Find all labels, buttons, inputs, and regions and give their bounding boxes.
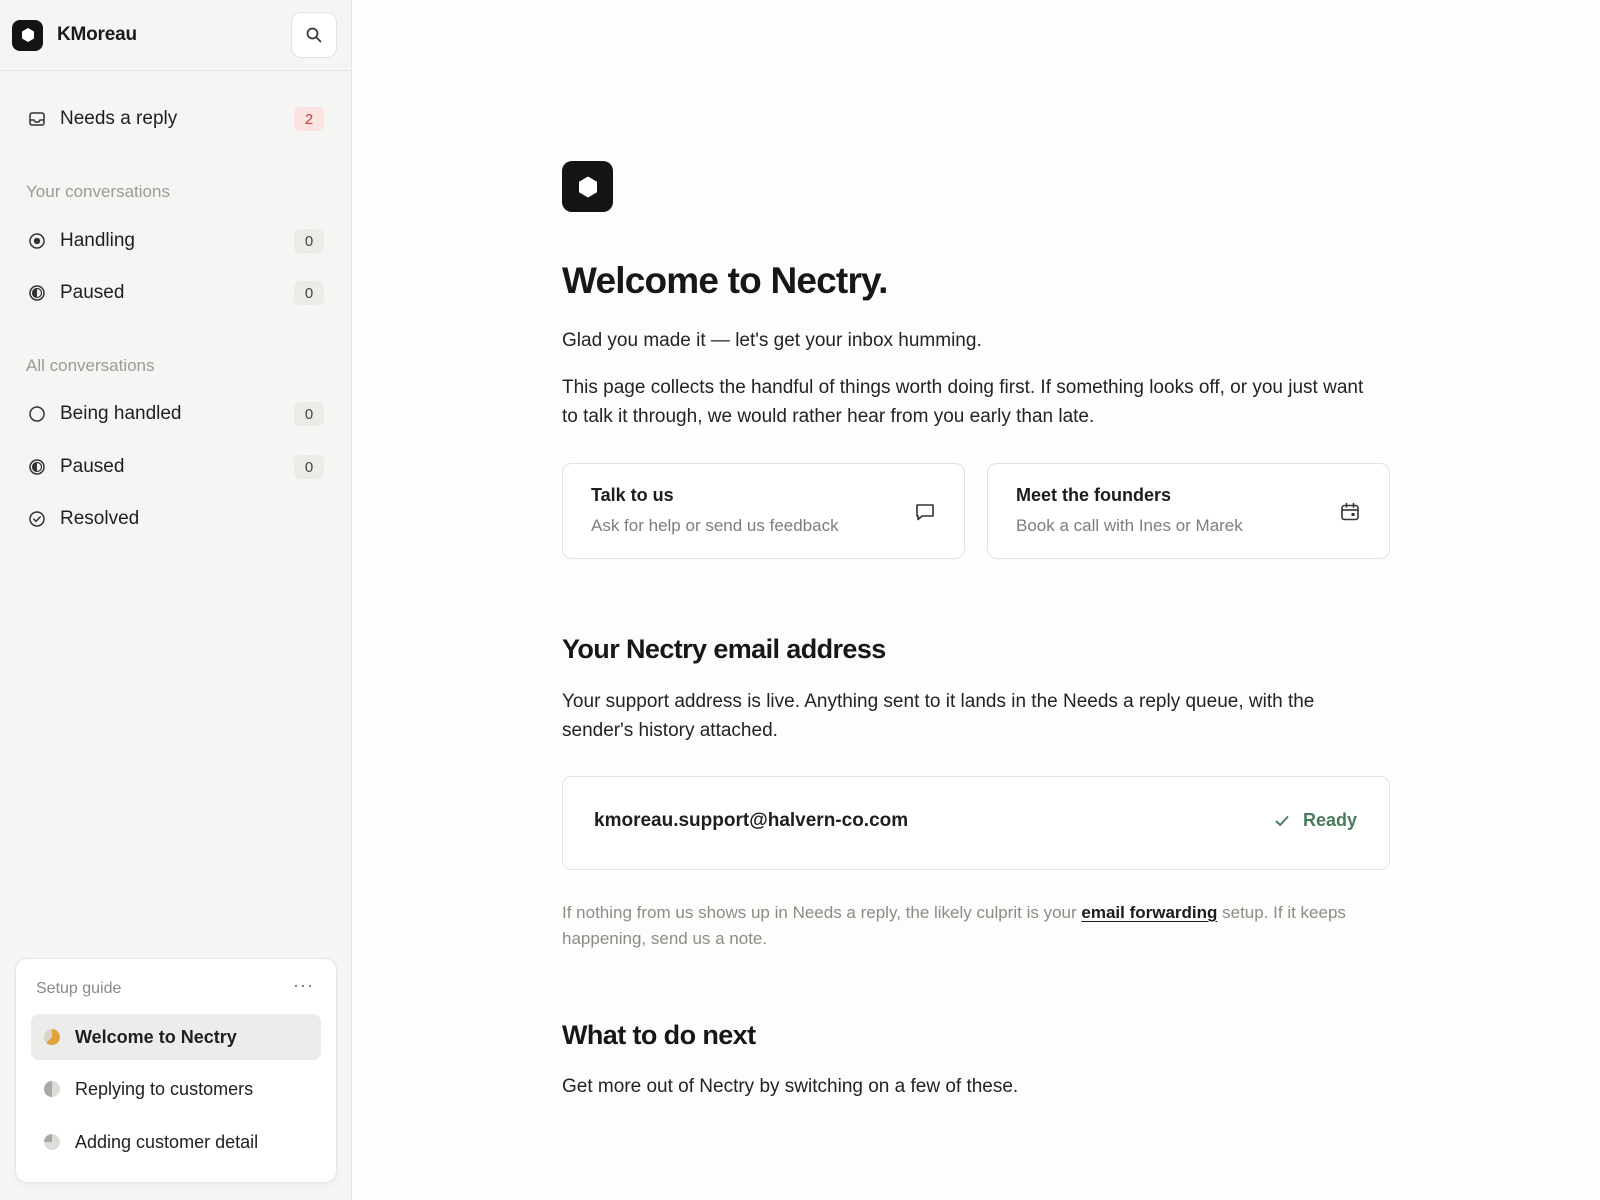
- progress-pie-icon: [44, 1134, 60, 1150]
- progress-pie-icon: [44, 1029, 60, 1045]
- ready-status: Ready: [1273, 810, 1357, 831]
- count-badge: 0: [294, 281, 324, 305]
- count-badge: 0: [294, 455, 324, 479]
- guide-item-label: Replying to customers: [75, 1078, 254, 1099]
- body-text: This page collects the handful of things…: [562, 377, 1364, 427]
- target-icon: [26, 230, 48, 252]
- section-label-your-conversations: Your conversations: [26, 182, 170, 201]
- email-section-title: Your Nectry email address: [562, 634, 886, 664]
- inbox-icon: [26, 108, 48, 130]
- card-title: Meet the founders: [1016, 485, 1172, 505]
- guide-item-customer-detail[interactable]: Adding customer detail: [31, 1119, 321, 1165]
- section-label-all-conversations: All conversations: [26, 356, 155, 375]
- needs-reply-count-badge: 2: [294, 107, 324, 131]
- sidebar-item-resolved[interactable]: Resolved: [26, 501, 324, 537]
- count-badge: 0: [294, 402, 324, 426]
- sidebar-item-label: Paused: [60, 456, 125, 477]
- sidebar-header: KMoreau: [0, 0, 351, 71]
- circle-icon: [26, 403, 48, 425]
- sidebar-item-paused-all[interactable]: Paused 0: [26, 449, 324, 485]
- guide-item-welcome[interactable]: Welcome to Nectry: [31, 1014, 321, 1060]
- calendar-icon: [1341, 502, 1359, 521]
- email-section-body: Your support address is live. Anything s…: [562, 691, 1315, 741]
- card-title: Talk to us: [591, 485, 674, 505]
- ready-status-label: Ready: [1302, 810, 1357, 830]
- chat-bubble-icon: [916, 504, 934, 521]
- main-content: Welcome to Nectry. Glad you made it — le…: [353, 0, 1600, 1200]
- setup-guide-title: Setup guide: [36, 980, 122, 997]
- workspace-name[interactable]: KMoreau: [57, 24, 137, 46]
- workspace-logo[interactable]: [12, 19, 43, 51]
- next-section-body: Get more out of Nectry by switching on a…: [562, 1076, 1019, 1097]
- half-circle-icon: [26, 456, 48, 478]
- search-button[interactable]: [291, 12, 337, 58]
- sidebar-item-label: Resolved: [60, 508, 140, 529]
- support-email-box[interactable]: kmoreau.support@halvern-co.com Ready: [562, 776, 1390, 870]
- guide-item-label: Welcome to Nectry: [75, 1026, 237, 1047]
- next-section-title: What to do next: [562, 1020, 756, 1050]
- sidebar-item-paused-yours[interactable]: Paused 0: [26, 275, 324, 311]
- note-text-start: If nothing from us shows up in Needs a r…: [562, 903, 1082, 922]
- sidebar-item-handling[interactable]: Handling 0: [26, 223, 324, 259]
- setup-guide-panel: Setup guide ··· Welcome to Nectry Replyi…: [15, 958, 337, 1183]
- guide-item-label: Adding customer detail: [75, 1131, 259, 1152]
- product-logo: [562, 161, 613, 212]
- hexagon-icon: [21, 28, 34, 42]
- sidebar-item-label: Handling: [60, 230, 135, 251]
- support-email-address[interactable]: kmoreau.support@halvern-co.com: [594, 810, 908, 832]
- sidebar-item-being-handled[interactable]: Being handled 0: [26, 396, 324, 432]
- sidebar-item-needs-reply[interactable]: Needs a reply 2: [26, 101, 324, 137]
- check-icon: [1275, 815, 1289, 826]
- meet-founders-card[interactable]: Meet the founders Book a call with Ines …: [987, 463, 1390, 559]
- page-title: Welcome to Nectry.: [562, 260, 888, 301]
- sidebar-item-label: Needs a reply: [60, 108, 178, 129]
- check-circle-icon: [26, 508, 48, 530]
- email-forwarding-link[interactable]: email forwarding: [1081, 903, 1217, 922]
- sidebar-item-label: Paused: [60, 282, 125, 303]
- half-circle-icon: [26, 282, 48, 304]
- count-badge: 0: [294, 229, 324, 253]
- card-subtitle: Book a call with Ines or Marek: [1016, 516, 1243, 535]
- progress-pie-icon: [44, 1081, 60, 1097]
- email-forwarding-note: If nothing from us shows up in Needs a r…: [562, 900, 1382, 952]
- card-subtitle: Ask for help or send us feedback: [591, 516, 839, 535]
- sidebar-item-label: Being handled: [60, 403, 182, 424]
- sidebar: KMoreau Needs a reply 2 Your conversatio…: [0, 0, 352, 1200]
- hexagon-icon: [578, 176, 597, 197]
- talk-to-us-card[interactable]: Talk to us Ask for help or send us feedb…: [562, 463, 965, 559]
- intro-text: Glad you made it — let's get your inbox …: [562, 330, 982, 351]
- guide-item-replying[interactable]: Replying to customers: [31, 1066, 321, 1112]
- more-options-icon[interactable]: ···: [293, 975, 314, 996]
- search-icon: [306, 27, 322, 43]
